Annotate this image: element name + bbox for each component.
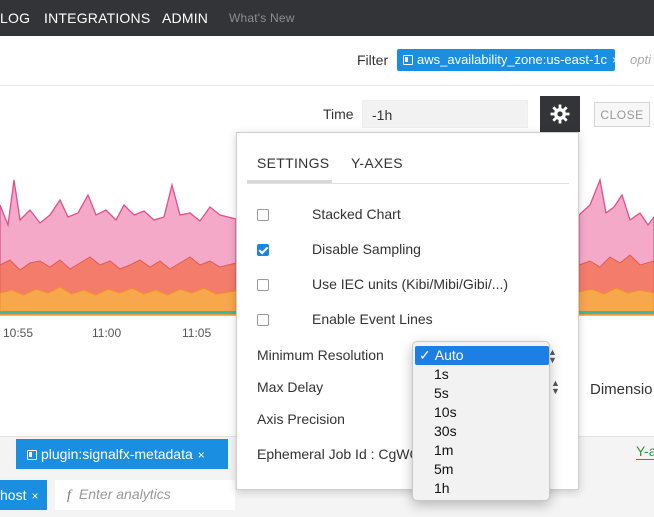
iec-units-checkbox[interactable] bbox=[257, 279, 269, 291]
x-tick-label: 10:55 bbox=[3, 326, 34, 340]
axis-precision-label: Axis Precision bbox=[257, 411, 345, 427]
filter-chip-label: host bbox=[0, 487, 27, 503]
time-input[interactable]: -1h bbox=[362, 100, 528, 128]
settings-button[interactable] bbox=[540, 96, 580, 132]
filter-label: Filter bbox=[357, 52, 389, 68]
dropdown-option[interactable]: 10s bbox=[413, 403, 549, 422]
filter-chip-icon bbox=[403, 55, 413, 65]
filter-chip-icon bbox=[27, 450, 37, 460]
dropdown-option-label: Auto bbox=[434, 347, 464, 363]
dropdown-option[interactable]: 30s bbox=[413, 422, 549, 441]
x-tick-label: 11:05 bbox=[182, 326, 212, 340]
dropdown-option[interactable]: 5s bbox=[413, 384, 549, 403]
select-arrows-icon[interactable]: ▲ ▼ bbox=[551, 379, 560, 396]
dropdown-option[interactable]: 1m bbox=[413, 441, 549, 460]
function-icon: f bbox=[67, 488, 71, 503]
analytics-input[interactable]: f Enter analytics bbox=[55, 480, 235, 510]
stacked-chart-checkbox[interactable] bbox=[257, 209, 269, 221]
series-orange-area-right bbox=[578, 287, 654, 316]
filter-input[interactable]: opti bbox=[630, 52, 651, 67]
analytics-placeholder: Enter analytics bbox=[78, 486, 171, 502]
dropdown-option-selected[interactable]: ✓ Auto bbox=[415, 346, 549, 365]
tab-y-axes[interactable]: Y-AXES bbox=[351, 155, 403, 171]
gear-icon bbox=[550, 104, 570, 124]
filter-chip-label: aws_availability_zone:us-east-1c bbox=[417, 52, 608, 67]
min-resolution-dropdown[interactable]: ✓ Auto 1s 5s 10s 30s 1m 5m 1h bbox=[412, 341, 550, 501]
top-nav: LOG INTEGRATIONS ADMIN What's New bbox=[0, 0, 654, 36]
select-arrows-icon[interactable]: ▲ ▼ bbox=[548, 348, 557, 365]
close-icon[interactable]: × bbox=[612, 53, 619, 67]
close-icon[interactable]: × bbox=[198, 448, 205, 462]
nav-whats-new[interactable]: What's New bbox=[229, 11, 295, 25]
dropdown-option[interactable]: 1h bbox=[413, 479, 549, 498]
series-teal-base bbox=[0, 311, 236, 314]
nav-item-integrations[interactable]: INTEGRATIONS bbox=[44, 10, 150, 26]
series-teal-base-right bbox=[579, 311, 654, 314]
nav-item-log[interactable]: LOG bbox=[0, 10, 30, 26]
filter-chip-host[interactable]: host × bbox=[0, 480, 47, 510]
dropdown-option[interactable]: 1s bbox=[413, 365, 549, 384]
dropdown-option[interactable]: 5m bbox=[413, 460, 549, 479]
checkbox-label: Enable Event Lines bbox=[312, 311, 433, 327]
checkbox-label: Disable Sampling bbox=[312, 241, 421, 257]
tab-divider bbox=[247, 183, 569, 184]
nav-item-admin[interactable]: ADMIN bbox=[162, 10, 208, 26]
event-lines-checkbox[interactable] bbox=[257, 314, 269, 326]
time-label: Time bbox=[323, 106, 354, 122]
filter-chip-label: plugin:signalfx-metadata bbox=[41, 446, 193, 462]
filter-chip-metadata[interactable]: plugin:signalfx-metadata × bbox=[16, 439, 228, 469]
ephemeral-job-id: Ephemeral Job Id : CgWC bbox=[257, 446, 420, 462]
checkmark-icon: ✓ bbox=[419, 347, 431, 363]
tab-settings[interactable]: SETTINGS bbox=[257, 155, 329, 171]
checkbox-label: Stacked Chart bbox=[312, 206, 401, 222]
filter-chip[interactable]: aws_availability_zone:us-east-1c × bbox=[397, 49, 619, 71]
y-axes-link[interactable]: Y-a bbox=[636, 443, 654, 460]
checkbox-label: Use IEC units (Kibi/Mibi/Gibi/...) bbox=[312, 276, 509, 292]
min-resolution-label: Minimum Resolution bbox=[257, 347, 384, 363]
filter-row: Filter aws_availability_zone:us-east-1c ×… bbox=[0, 36, 654, 86]
max-delay-label: Max Delay bbox=[257, 379, 324, 395]
disable-sampling-checkbox[interactable] bbox=[257, 244, 269, 256]
close-button[interactable]: CLOSE bbox=[594, 102, 650, 127]
close-icon[interactable]: × bbox=[31, 489, 38, 503]
dimension-label: Dimensio bbox=[590, 381, 653, 398]
x-tick-label: 11:00 bbox=[92, 326, 122, 340]
